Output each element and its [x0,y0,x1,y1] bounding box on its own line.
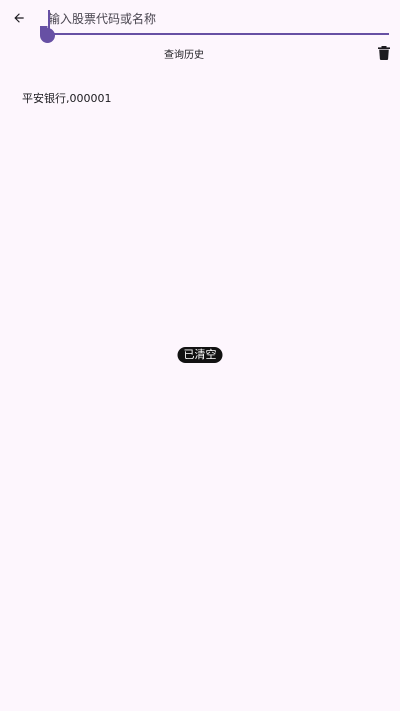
history-item[interactable]: 平安银行,000001 [22,90,112,108]
cursor-handle[interactable] [40,26,55,43]
history-list: 平安银行,000001 [22,90,112,108]
clear-history-button[interactable] [374,44,394,64]
toast-message: 已清空 [177,347,223,363]
search-input[interactable] [48,6,389,32]
trash-icon [378,45,390,64]
arrow-back-icon [12,10,26,29]
search-underline [48,33,389,35]
back-button[interactable] [4,4,34,34]
history-title: 查询历史 [164,50,204,61]
search-field[interactable] [48,6,389,36]
history-header: 查询历史 [0,44,400,64]
